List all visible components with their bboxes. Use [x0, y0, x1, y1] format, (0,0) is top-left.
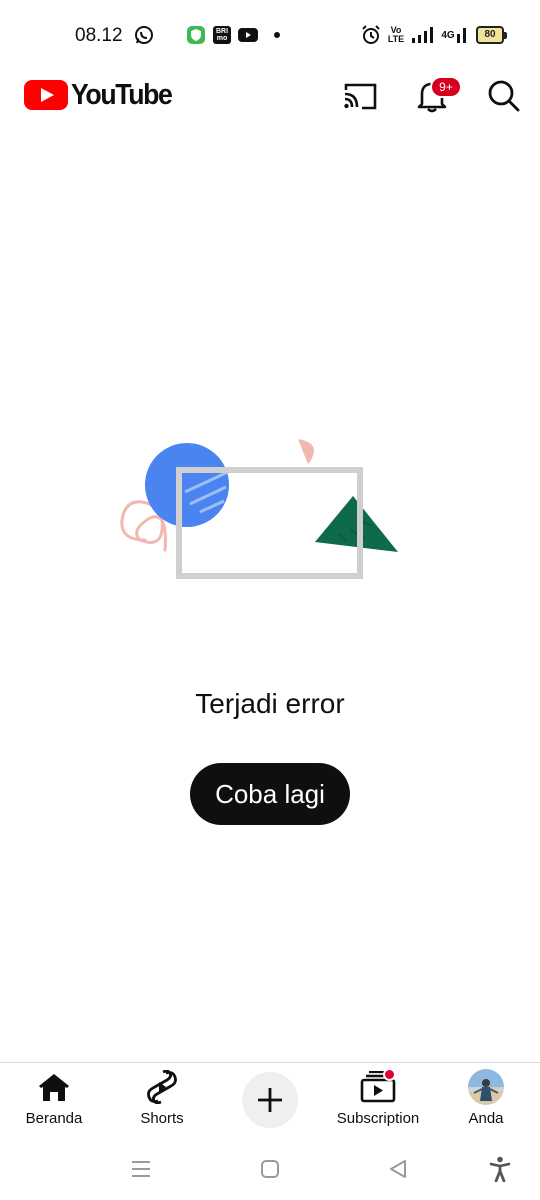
signal-secondary-icon [455, 24, 469, 46]
home-square-icon [261, 1160, 279, 1178]
whatsapp-icon [133, 24, 155, 46]
subscription-new-content-dot [383, 1068, 396, 1081]
system-back-button[interactable] [378, 1154, 418, 1184]
subscriptions-icon [324, 1069, 432, 1105]
app-header: YouTube [0, 70, 540, 122]
status-time: 08.12 [75, 25, 123, 46]
retry-button-label: Coba lagi [215, 778, 325, 809]
error-illustration-graphic [120, 439, 398, 579]
create-icon [258, 1088, 282, 1112]
status-bar: 08.12 BRI mo Vo LTE 4G 80 [0, 0, 540, 70]
home-icon [0, 1069, 108, 1105]
cast-button[interactable] [340, 76, 380, 116]
more-notifications-dot-icon [272, 24, 282, 46]
menu-icon [132, 1161, 150, 1177]
signal-icon [410, 24, 434, 46]
nav-label-shorts: Shorts [140, 1110, 184, 1127]
error-message: Terjadi error [195, 688, 345, 719]
youtube-play-logo-icon [24, 80, 68, 110]
back-triangle-icon [390, 1160, 406, 1178]
shield-app-icon [185, 24, 207, 46]
search-icon [488, 80, 520, 112]
retry-button[interactable]: Coba lagi [190, 763, 350, 825]
nav-label-beranda: Beranda [25, 1110, 83, 1127]
nav-label-anda: Anda [468, 1110, 504, 1127]
battery-indicator: 80 [476, 26, 507, 44]
avatar-wrapper [432, 1069, 540, 1105]
create-button[interactable] [242, 1072, 298, 1128]
accessibility-icon [489, 1156, 511, 1182]
youtube-small-icon [237, 24, 259, 46]
error-illustration [110, 430, 410, 590]
volte-label: Vo LTE [387, 25, 405, 44]
menu-button[interactable] [121, 1154, 161, 1184]
brimo-icon: BRI mo [212, 24, 232, 46]
network-label: 4G [441, 29, 455, 41]
cast-icon [344, 83, 377, 110]
shorts-icon [108, 1069, 216, 1105]
nav-item-anda[interactable]: Anda [432, 1063, 540, 1141]
youtube-logo[interactable]: YouTube [24, 78, 180, 111]
nav-item-beranda[interactable]: Beranda [0, 1063, 108, 1141]
nav-item-shorts[interactable]: Shorts [108, 1063, 216, 1141]
avatar [468, 1069, 504, 1105]
accessibility-button[interactable] [480, 1154, 520, 1184]
search-button[interactable] [484, 76, 524, 116]
volte-icon: Vo LTE [385, 24, 407, 46]
youtube-wordmark: YouTube [71, 78, 173, 111]
alarm-icon [360, 24, 382, 46]
nav-label-subscription: Subscription [336, 1110, 420, 1127]
notification-count-badge: 9+ [430, 76, 462, 98]
system-navigation-bar [0, 1140, 540, 1200]
brimo-label: BRI mo [215, 28, 229, 42]
nav-item-subscription[interactable]: Subscription [324, 1063, 432, 1141]
system-home-button[interactable] [250, 1154, 290, 1184]
